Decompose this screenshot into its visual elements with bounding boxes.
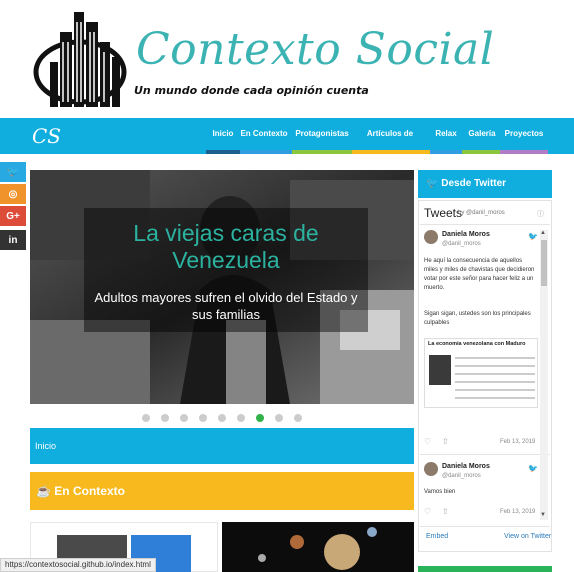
- nav-inicio[interactable]: Inicio: [208, 118, 238, 154]
- city-skyline-logo: [33, 12, 127, 107]
- slider-dot[interactable]: [142, 414, 150, 422]
- tweet-text-2: Sigan sigan, ustedes son los principales…: [424, 311, 531, 326]
- next-widget-header: [418, 566, 552, 572]
- site-title[interactable]: Contexto Social: [136, 24, 494, 75]
- article-card-2[interactable]: [222, 522, 414, 572]
- like-icon[interactable]: ♡: [424, 437, 431, 446]
- instagram-share-button[interactable]: ◎: [0, 184, 26, 204]
- nav-underline-inicio: [206, 150, 240, 154]
- scroll-down-icon[interactable]: ▼: [540, 512, 546, 518]
- twitter-section-title: Desde Twitter: [441, 178, 507, 189]
- site-tagline: Un mundo donde cada opinión cuenta: [134, 84, 369, 97]
- tweet-author-handle[interactable]: @danil_moros: [442, 473, 481, 479]
- media-card-line: [455, 397, 535, 399]
- like-icon[interactable]: ♡: [424, 507, 431, 516]
- tweets-title: Tweets: [424, 206, 463, 220]
- media-card-line: [455, 389, 535, 391]
- slide-title[interactable]: La viejas caras de Venezuela: [84, 220, 368, 274]
- tweet-author-handle[interactable]: @danil_moros: [442, 241, 481, 247]
- nav-underline-galeria: [462, 150, 500, 154]
- nav-brand[interactable]: CS: [32, 124, 61, 148]
- tweet-author-name[interactable]: Daniela Moros: [442, 463, 490, 470]
- nav-underline-articulos: [352, 150, 430, 154]
- divider: [420, 454, 550, 455]
- embed-link[interactable]: Embed: [426, 533, 448, 540]
- tweets-by-handle[interactable]: by @danil_moros: [458, 210, 505, 216]
- nav-underline-relax: [430, 150, 462, 154]
- tweet-date[interactable]: Feb 13, 2019: [500, 439, 535, 445]
- slider-dot[interactable]: [180, 414, 188, 422]
- twitter-bird-icon: 🐦: [528, 232, 538, 241]
- info-icon[interactable]: ⓘ: [537, 209, 544, 219]
- divider: [420, 224, 550, 225]
- google-plus-icon: G+: [6, 210, 20, 222]
- media-card-line: [455, 357, 535, 359]
- share-icon[interactable]: ⇧: [442, 507, 449, 516]
- nav-underline-protagonistas: [292, 150, 352, 154]
- slider-dot[interactable]: [237, 414, 245, 422]
- slider-dot[interactable]: [256, 414, 264, 422]
- twitter-bird-icon: 🐦: [528, 464, 538, 473]
- scroll-up-icon[interactable]: ▲: [540, 230, 546, 236]
- instagram-icon: ◎: [8, 188, 18, 200]
- avatar[interactable]: [424, 230, 438, 244]
- media-card-line: [455, 373, 535, 375]
- tweet-author-name[interactable]: Daniela Moros: [442, 231, 490, 238]
- nav-articulos-opinion[interactable]: Artículos de opinión: [354, 118, 426, 170]
- nav-proyectos[interactable]: Proyectos: [502, 118, 546, 154]
- browser-status-url: https://contextosocial.github.io/index.h…: [0, 558, 156, 572]
- tweet-date[interactable]: Feb 13, 2019: [500, 509, 535, 515]
- slider-dot[interactable]: [199, 414, 207, 422]
- tweet-text: He aquí la consecuencia de aquellos mile…: [424, 258, 535, 291]
- slider-dot[interactable]: [275, 414, 283, 422]
- view-on-twitter-link[interactable]: View on Twitter: [504, 533, 551, 540]
- timeline-scrollbar-thumb[interactable]: [541, 240, 547, 286]
- nav-underline-en-contexto: [240, 150, 292, 154]
- twitter-section-header: 🐦 Desde Twitter: [418, 170, 552, 198]
- avatar[interactable]: [424, 462, 438, 476]
- section-en-contexto-label: En Contexto: [54, 484, 125, 498]
- slider-dot[interactable]: [294, 414, 302, 422]
- slide-subtitle: Adultos mayores sufren el olvido del Est…: [94, 290, 358, 322]
- slider-dot[interactable]: [161, 414, 169, 422]
- nav-underline-proyectos: [500, 150, 548, 154]
- nav-en-contexto[interactable]: En Contexto: [240, 118, 288, 154]
- slider-dot[interactable]: [218, 414, 226, 422]
- card-image-planets: [258, 527, 377, 570]
- section-inicio-header[interactable]: Inicio: [30, 428, 414, 464]
- twitter-icon: 🐦: [426, 178, 439, 189]
- coffee-cup-icon: ☕: [36, 484, 51, 498]
- media-card-photo: [429, 355, 451, 385]
- tweet-text: Vamos bien: [424, 489, 456, 495]
- media-card-line: [455, 381, 535, 383]
- tweet-media-card[interactable]: La economía venezolana con Maduro: [424, 338, 538, 408]
- media-card-title: La economía venezolana con Maduro: [428, 341, 526, 347]
- twitter-icon: 🐦: [6, 166, 20, 178]
- section-en-contexto-header[interactable]: ☕ En Contexto: [30, 472, 414, 510]
- media-card-line: [455, 365, 535, 367]
- nav-galeria[interactable]: Galería: [464, 118, 500, 154]
- nav-protagonistas[interactable]: Protagonistas: [294, 118, 350, 154]
- linkedin-share-button[interactable]: in: [0, 230, 26, 250]
- divider: [420, 526, 550, 527]
- google-plus-share-button[interactable]: G+: [0, 206, 26, 226]
- nav-relax[interactable]: Relax: [432, 118, 460, 154]
- linkedin-icon: in: [8, 234, 18, 246]
- twitter-share-button[interactable]: 🐦: [0, 162, 26, 182]
- share-icon[interactable]: ⇧: [442, 437, 449, 446]
